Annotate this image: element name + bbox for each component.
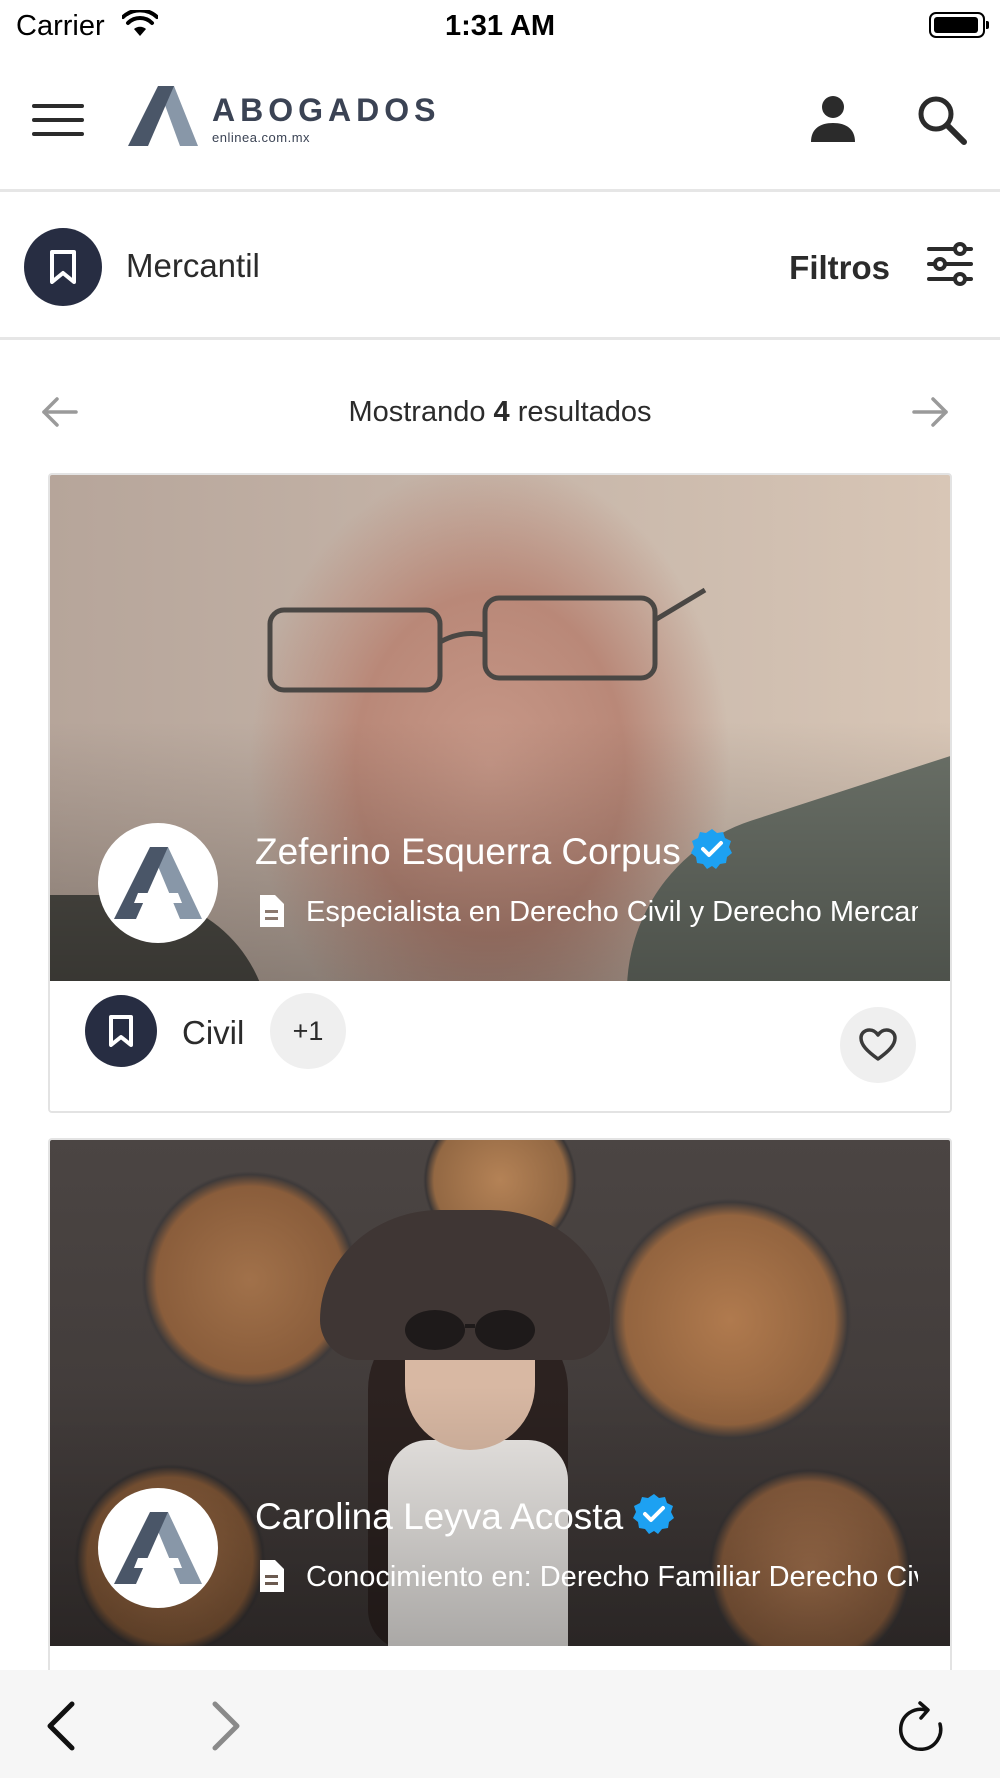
results-suffix: resultados — [517, 396, 652, 428]
category-label: Mercantil — [126, 247, 260, 284]
user-icon[interactable] — [808, 94, 858, 144]
back-arrow-icon[interactable] — [42, 1700, 82, 1752]
more-tags-button[interactable]: +1 — [270, 993, 346, 1069]
lawyer-description-row: Conocimiento en: Derecho Familiar Derech… — [258, 1558, 918, 1598]
tag-label: Civil — [182, 1014, 245, 1051]
photo-sunglasses-shape — [405, 1310, 535, 1350]
lawyer-description: Especialista en Derecho Civil y Derecho … — [306, 896, 918, 928]
results-prefix: Mostrando — [348, 396, 486, 428]
favorite-button[interactable] — [840, 1007, 916, 1083]
document-icon — [260, 895, 284, 927]
verified-badge-icon — [690, 829, 732, 869]
heart-icon — [859, 1028, 897, 1061]
category-badge[interactable] — [24, 228, 102, 306]
app-header: ABOGADOS enlinea.com.mx — [0, 50, 1000, 192]
app-screen: Carrier 1:31 AM ABOGADOS enlinea.com.mx — [0, 0, 1000, 1778]
logo-subtitle: enlinea.com.mx — [212, 130, 311, 145]
lawyer-description: Conocimiento en: Derecho Familiar Derech… — [306, 1561, 918, 1593]
logo-mark-icon — [114, 1512, 202, 1584]
results-nav: Mostrando 4 resultados — [0, 380, 1000, 446]
logo-mark-icon — [128, 86, 198, 146]
lawyer-card[interactable]: Zeferino Esquerra Corpus Especialista en… — [48, 473, 952, 1113]
logo-mark-icon — [114, 847, 202, 919]
bookmark-icon — [109, 1015, 133, 1047]
sliders-icon — [927, 242, 973, 286]
firm-avatar — [98, 823, 218, 943]
document-icon — [260, 1560, 284, 1592]
category-bar: Mercantil Filtros — [0, 195, 1000, 340]
results-count: 4 — [493, 396, 510, 428]
logo-title: ABOGADOS — [212, 92, 441, 128]
filters-label: Filtros — [789, 249, 890, 286]
tag-badge — [85, 995, 157, 1067]
verified-badge-icon — [633, 1494, 675, 1534]
lawyer-name-text: Zeferino Esquerra Corpus — [255, 831, 681, 872]
lawyer-name: Zeferino Esquerra Corpus — [255, 828, 733, 873]
bookmark-icon — [50, 250, 76, 284]
clock: 1:31 AM — [444, 10, 556, 42]
menu-icon[interactable] — [32, 102, 84, 138]
filters-button[interactable]: Filtros — [780, 235, 980, 295]
lawyer-name-text: Carolina Leyva Acosta — [255, 1496, 624, 1537]
reload-icon[interactable] — [896, 1700, 948, 1756]
search-icon[interactable] — [916, 94, 968, 146]
photo-glasses-shape — [267, 587, 707, 693]
firm-avatar — [98, 1488, 218, 1608]
battery-icon — [929, 12, 989, 38]
lawyer-name: Carolina Leyva Acosta — [255, 1493, 675, 1538]
status-bar: Carrier 1:31 AM — [0, 0, 1000, 50]
results-count-text: Mostrando 4 resultados — [0, 396, 1000, 429]
browser-toolbar — [0, 1670, 1000, 1778]
next-page-arrow-icon[interactable] — [910, 392, 950, 432]
card-footer: Civil +1 — [50, 981, 950, 1111]
forward-arrow-icon[interactable] — [205, 1700, 245, 1752]
lawyer-description-row: Especialista en Derecho Civil y Derecho … — [258, 893, 918, 933]
logo[interactable]: ABOGADOS enlinea.com.mx — [128, 86, 448, 152]
